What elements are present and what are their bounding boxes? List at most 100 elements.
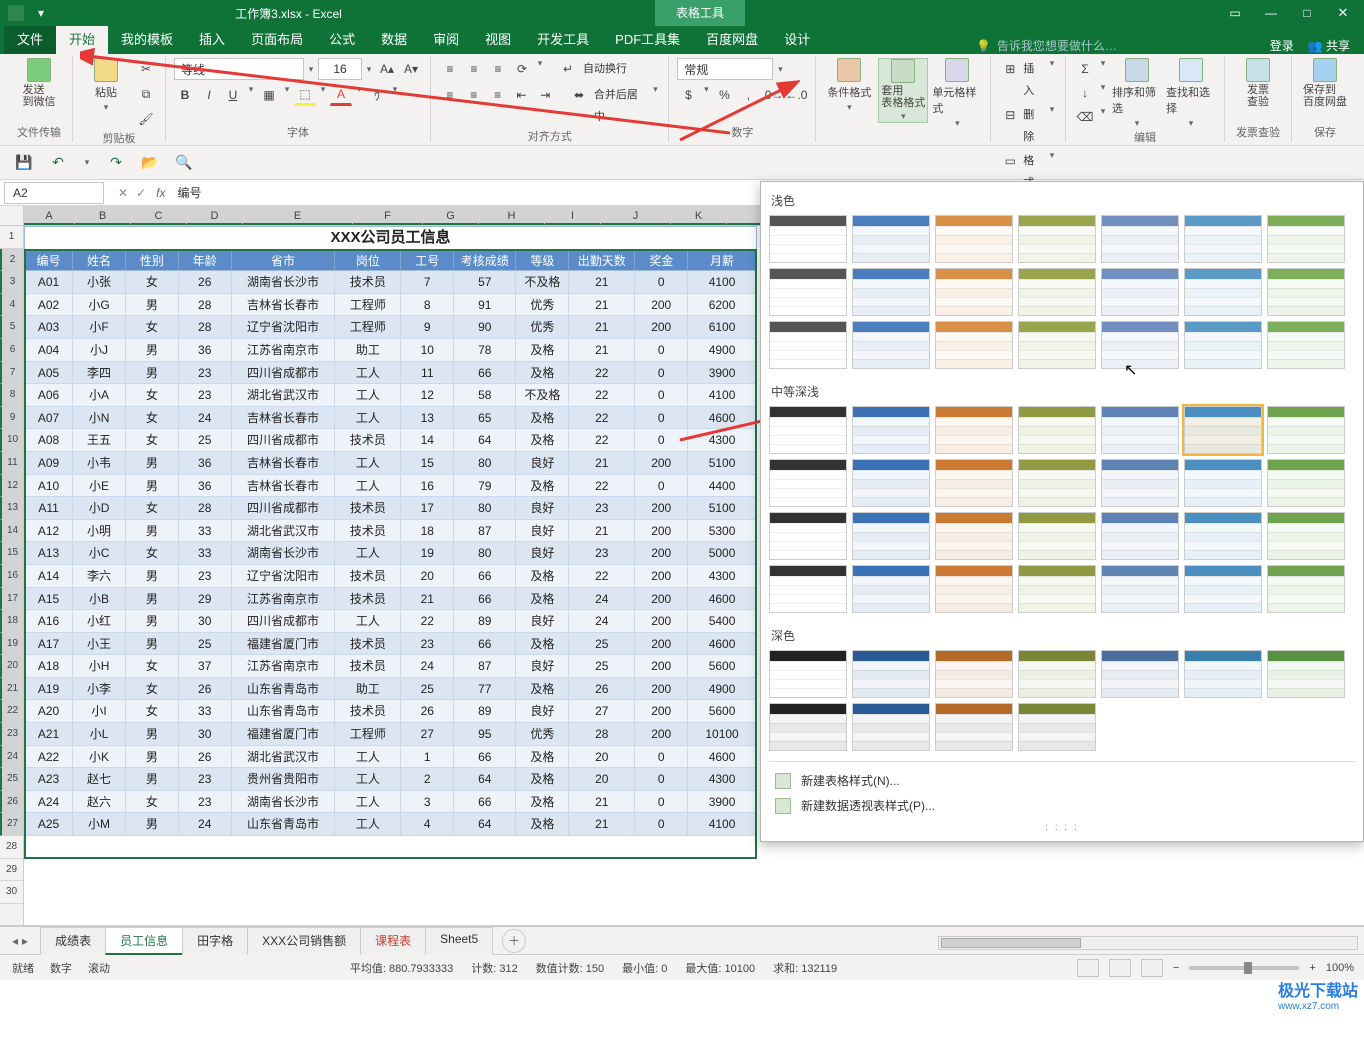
table-cell[interactable]: 辽宁省沈阳市 [232,565,336,587]
table-cell[interactable]: 27 [401,723,454,745]
format-painter-button[interactable]: 🖌 [135,108,157,130]
increase-font-button[interactable]: A▴ [376,58,398,80]
table-style-swatch[interactable] [1101,565,1179,613]
table-cell[interactable]: 男 [126,475,179,497]
table-cell[interactable]: 0 [635,791,688,813]
table-cell[interactable]: 200 [635,633,688,655]
col-header-G[interactable]: G [423,206,479,225]
table-cell[interactable]: 4900 [688,339,756,361]
table-cell[interactable]: 技术员 [335,520,401,542]
increase-indent-button[interactable]: ⇥ [534,84,556,106]
table-cell[interactable]: 80 [454,497,516,519]
decrease-font-button[interactable]: A▾ [400,58,422,80]
table-style-swatch[interactable] [1101,459,1179,507]
table-cell[interactable]: 200 [635,700,688,722]
table-cell[interactable]: 女 [126,429,179,451]
table-cell[interactable]: 吉林省长春市 [232,407,336,429]
row-header-7[interactable]: 7 [0,362,23,385]
table-cell[interactable]: 1 [401,746,454,768]
row-header-3[interactable]: 3 [0,271,23,294]
table-cell[interactable]: 66 [454,362,516,384]
merge-center-button[interactable]: ⬌ [568,84,590,106]
table-cell[interactable]: 赵七 [73,768,126,790]
table-cell[interactable]: 20 [401,565,454,587]
tab-页面布局[interactable]: 页面布局 [238,26,316,54]
table-cell[interactable]: 小李 [73,678,126,700]
table-style-swatch[interactable] [769,650,847,698]
row-header-1[interactable]: 1 [0,226,23,249]
table-cell[interactable]: 23 [179,565,232,587]
table-cell[interactable]: 5100 [688,452,756,474]
table-cell[interactable]: 贵州省贵阳市 [232,768,336,790]
align-right-button[interactable]: ≡ [487,84,509,106]
table-cell[interactable]: 辽宁省沈阳市 [232,316,336,338]
formula-input[interactable]: 编号 [171,184,201,201]
sheet-nav-first[interactable]: ◂ [12,934,18,948]
view-page-layout-button[interactable] [1109,959,1131,977]
table-style-swatch[interactable] [1267,268,1345,316]
table-cell[interactable]: 17 [401,497,454,519]
table-style-swatch[interactable] [1267,406,1345,454]
table-cell[interactable]: 男 [126,362,179,384]
table-cell[interactable]: 3900 [688,791,756,813]
zoom-slider[interactable] [1189,966,1299,970]
table-cell[interactable]: 4400 [688,475,756,497]
format-cells-button[interactable]: ▭ [999,150,1021,172]
row-header-30[interactable]: 30 [0,881,23,904]
table-cell[interactable]: 四川省成都市 [232,497,336,519]
table-style-swatch[interactable] [1184,268,1262,316]
table-cell[interactable]: 4900 [688,678,756,700]
table-style-swatch[interactable] [769,459,847,507]
table-cell[interactable]: 0 [635,407,688,429]
table-cell[interactable]: 0 [635,271,688,293]
table-cell[interactable]: 200 [635,610,688,632]
table-cell[interactable]: 良好 [516,610,569,632]
gallery-resize-grip[interactable]: : : : : [769,818,1355,833]
table-style-swatch[interactable] [1267,565,1345,613]
table-cell[interactable]: 及格 [516,813,569,835]
table-cell[interactable]: 28 [179,294,232,316]
table-style-swatch[interactable] [852,512,930,560]
table-cell[interactable]: 200 [635,542,688,564]
table-style-swatch[interactable] [1018,565,1096,613]
table-cell[interactable]: 小I [73,700,126,722]
table-style-swatch[interactable] [852,459,930,507]
chevron-down-icon[interactable]: ▾ [364,64,374,75]
table-cell[interactable]: A20 [25,700,73,722]
row-header-25[interactable]: 25 [0,768,23,791]
table-style-swatch[interactable] [1184,459,1262,507]
bold-button[interactable]: B [174,84,196,106]
table-cell[interactable]: 5100 [688,497,756,519]
table-style-swatch[interactable] [1018,215,1096,263]
table-cell[interactable]: 福建省厦门市 [232,633,336,655]
table-cell[interactable]: 小韦 [73,452,126,474]
table-cell[interactable]: 及格 [516,678,569,700]
table-cell[interactable]: 200 [635,520,688,542]
table-cell[interactable]: 20 [569,768,635,790]
sheet-tab-课程表[interactable]: 课程表 [360,927,426,955]
autosum-button[interactable]: Σ [1074,58,1096,80]
fx-icon[interactable]: fx [156,186,171,200]
row-header-9[interactable]: 9 [0,407,23,430]
table-cell[interactable]: 女 [126,271,179,293]
new-table-style-item[interactable]: 新建表格样式(N)... [769,768,1355,793]
table-cell[interactable]: A02 [25,294,73,316]
table-style-swatch[interactable] [1101,321,1179,369]
view-page-break-button[interactable] [1141,959,1163,977]
table-cell[interactable]: 李四 [73,362,126,384]
table-cell[interactable]: 200 [635,723,688,745]
table-cell[interactable]: 男 [126,294,179,316]
table-style-swatch[interactable] [1267,512,1345,560]
table-cell[interactable]: 江苏省南京市 [232,588,336,610]
table-cell[interactable]: 8 [401,294,454,316]
table-cell[interactable]: 80 [454,542,516,564]
table-cell[interactable]: 91 [454,294,516,316]
italic-button[interactable]: I [198,84,220,106]
table-cell[interactable]: 女 [126,384,179,406]
table-cell[interactable]: 工程师 [335,294,401,316]
delete-cells-button[interactable]: ⊟ [999,104,1021,126]
zoom-in-button[interactable]: + [1309,962,1315,974]
increase-decimal-button[interactable]: .0→ [761,84,783,106]
table-cell[interactable]: 工人 [335,610,401,632]
table-cell[interactable]: 80 [454,452,516,474]
